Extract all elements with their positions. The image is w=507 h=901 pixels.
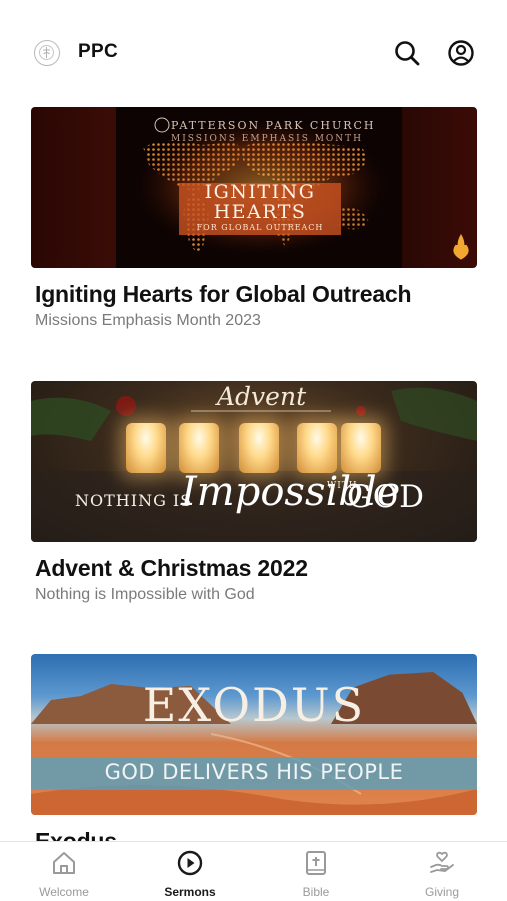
home-icon [53, 852, 75, 874]
series-title[interactable]: Advent & Christmas 2022 [35, 555, 477, 582]
series-subtitle: Missions Emphasis Month 2023 [35, 312, 261, 329]
banner-church-name: PATTERSON PARK CHURCH [171, 119, 376, 132]
bottom-tab-bar: Welcome Sermons Bible Giving [0, 841, 507, 901]
tab-welcome[interactable]: Welcome [1, 842, 127, 901]
banner-tagline: GOD DELIVERS HIS PEOPLE [104, 760, 404, 784]
series-banner-image[interactable]: PATTERSON PARK CHURCH MISSIONS EMPHASIS … [31, 107, 477, 268]
series-card-advent-christmas[interactable]: Advent NOTHING IS Impossible WITH GOD Ad… [31, 381, 477, 604]
candle-5 [341, 423, 381, 473]
tab-label: Welcome [39, 885, 89, 899]
banner-text-left: NOTHING IS [75, 491, 193, 510]
bible-icon [306, 851, 326, 875]
banner-headline-line2: HEARTS [213, 201, 307, 223]
church-logo-icon [34, 40, 60, 66]
series-banner-image[interactable]: Advent NOTHING IS Impossible WITH GOD [31, 381, 477, 542]
series-subtitle: Nothing is Impossible with God [35, 586, 255, 603]
tab-bible[interactable]: Bible [253, 842, 379, 901]
tab-sermons[interactable]: Sermons [127, 842, 253, 901]
candle-2 [179, 423, 219, 473]
tab-giving[interactable]: Giving [379, 842, 505, 901]
app-title: PPC [78, 41, 118, 62]
series-card-igniting-hearts[interactable]: PATTERSON PARK CHURCH MISSIONS EMPHASIS … [31, 107, 477, 330]
banner-text-god: GOD [347, 479, 426, 515]
candle-1 [126, 423, 166, 473]
tab-label: Sermons [164, 885, 216, 899]
giving-icon [430, 851, 454, 873]
banner-advent-script: Advent [217, 382, 307, 411]
banner-headline: EXODUS [142, 678, 366, 732]
tab-label: Bible [302, 885, 330, 899]
sermon-series-list: PATTERSON PARK CHURCH MISSIONS EMPHASIS … [0, 106, 507, 841]
app-header: PPC [0, 0, 507, 100]
banner-headline-line3: FOR GLOBAL OUTREACH [196, 223, 324, 232]
series-banner-image[interactable]: EXODUS GOD DELIVERS HIS PEOPLE [31, 654, 477, 815]
candle-4 [297, 423, 337, 473]
series-title[interactable]: Exodus [35, 828, 477, 841]
series-title[interactable]: Igniting Hearts for Global Outreach [35, 281, 477, 308]
series-card-exodus[interactable]: EXODUS GOD DELIVERS HIS PEOPLE Exodus [31, 654, 477, 841]
banner-headline-line1: IGNITING [204, 181, 316, 203]
account-icon[interactable] [447, 39, 475, 67]
candle-3 [239, 423, 279, 473]
banner-subheading: MISSIONS EMPHASIS MONTH [171, 134, 364, 144]
tab-label: Giving [424, 885, 459, 899]
search-icon[interactable] [393, 39, 421, 67]
play-icon [177, 850, 203, 876]
